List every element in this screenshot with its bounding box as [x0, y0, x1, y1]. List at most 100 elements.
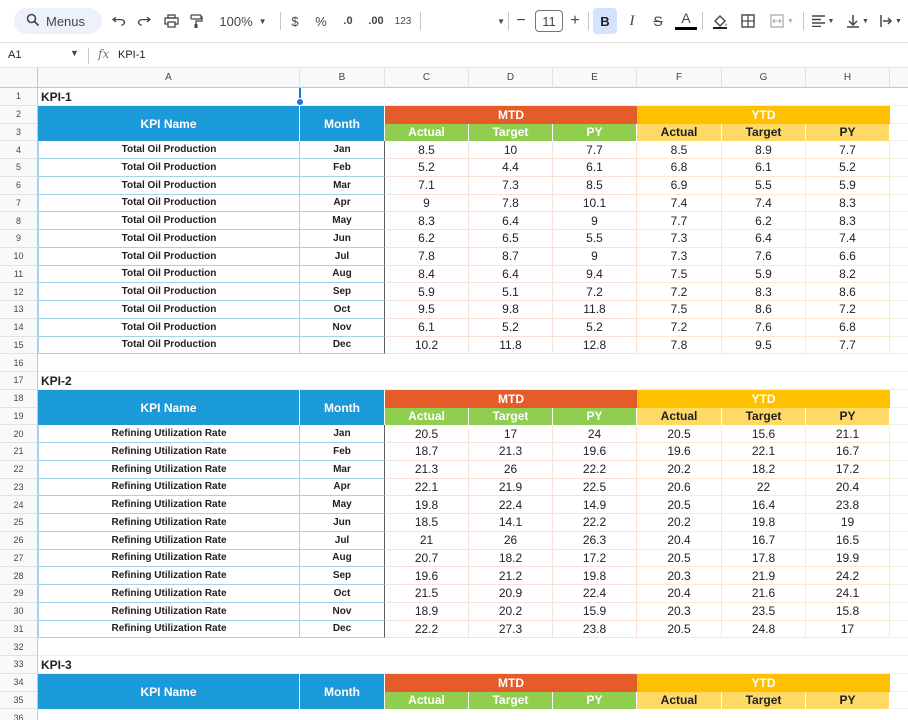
mtd-actual-cell[interactable]: 19.6	[385, 567, 469, 585]
increase-font-size-button[interactable]: +	[567, 8, 583, 34]
text-color-button[interactable]: A	[675, 8, 697, 30]
ytd-target-cell[interactable]: 5.5	[722, 176, 806, 195]
row-header[interactable]: 27	[0, 549, 38, 568]
ytd-target-cell[interactable]: 16.7	[722, 531, 806, 550]
mtd-target-cell[interactable]: 26	[469, 531, 553, 550]
ytd-py-cell[interactable]: 17	[806, 620, 890, 639]
kpi-name-cell[interactable]: Refining Utilization Rate	[38, 549, 300, 568]
kpi-name-cell[interactable]: Refining Utilization Rate	[38, 443, 300, 461]
ytd-py-cell[interactable]: 8.2	[806, 265, 890, 284]
ytd-py-cell[interactable]: 24.1	[806, 585, 890, 603]
row-header[interactable]: 18	[0, 389, 38, 408]
ytd-target-cell[interactable]: 8.3	[722, 283, 806, 301]
ytd-actual-cell[interactable]: 20.3	[637, 567, 722, 585]
mtd-actual-cell[interactable]: 8.3	[385, 212, 469, 230]
kpi-name-cell[interactable]: Refining Utilization Rate	[38, 425, 300, 443]
ytd-target-cell[interactable]: 24.8	[722, 620, 806, 639]
column-header-b[interactable]: B	[300, 68, 385, 88]
mtd-actual-cell[interactable]: 22.1	[385, 478, 469, 497]
ytd-target-cell[interactable]: 15.6	[722, 425, 806, 443]
ytd-actual-cell[interactable]: 7.7	[637, 212, 722, 230]
mtd-py-cell[interactable]: 22.2	[553, 460, 637, 479]
ytd-actual-cell[interactable]: 20.2	[637, 514, 722, 532]
ytd-target-cell[interactable]: 16.4	[722, 496, 806, 514]
kpi-name-cell[interactable]: Total Oil Production	[38, 265, 300, 284]
row-header[interactable]: 30	[0, 602, 38, 621]
month-cell[interactable]: Jan	[300, 425, 385, 443]
month-cell[interactable]: Jun	[300, 230, 385, 248]
merge-cells-icon[interactable]: ▼	[765, 8, 799, 34]
row-header[interactable]: 3	[0, 123, 38, 142]
column-header-f[interactable]: F	[637, 68, 722, 88]
ytd-actual-cell[interactable]: 20.3	[637, 602, 722, 621]
mtd-actual-cell[interactable]: 21.5	[385, 585, 469, 603]
kpi-name-cell[interactable]: Total Oil Production	[38, 318, 300, 337]
print-icon[interactable]	[162, 8, 180, 34]
ytd-py-cell[interactable]: 7.4	[806, 230, 890, 248]
font-family-select[interactable]: ▼	[425, 8, 505, 34]
ytd-target-cell[interactable]: 18.2	[722, 460, 806, 479]
row-header[interactable]: 10	[0, 247, 38, 266]
ytd-py-cell[interactable]: 7.7	[806, 141, 890, 159]
ytd-target-cell[interactable]: 8.6	[722, 301, 806, 319]
ytd-actual-cell[interactable]: 20.5	[637, 620, 722, 639]
mtd-target-cell[interactable]: 7.3	[469, 176, 553, 195]
kpi-name-cell[interactable]: Refining Utilization Rate	[38, 602, 300, 621]
month-cell[interactable]: Apr	[300, 478, 385, 497]
mtd-py-cell[interactable]: 22.5	[553, 478, 637, 497]
horizontal-align-icon[interactable]: ▼	[808, 8, 838, 34]
mtd-actual-cell[interactable]: 9	[385, 194, 469, 213]
mtd-actual-cell[interactable]: 21.3	[385, 460, 469, 479]
column-header-partial[interactable]	[890, 68, 908, 88]
ytd-py-cell[interactable]: 5.9	[806, 176, 890, 195]
row-header[interactable]: 9	[0, 230, 38, 248]
ytd-target-cell[interactable]: 6.2	[722, 212, 806, 230]
mtd-target-cell[interactable]: 11.8	[469, 336, 553, 355]
kpi-name-cell[interactable]: Total Oil Production	[38, 336, 300, 355]
mtd-target-cell[interactable]: 21.9	[469, 478, 553, 497]
mtd-actual-cell[interactable]: 18.5	[385, 514, 469, 532]
mtd-actual-cell[interactable]: 8.5	[385, 141, 469, 159]
kpi-name-cell[interactable]: Total Oil Production	[38, 141, 300, 159]
font-size-input[interactable]: 11	[535, 10, 563, 32]
month-cell[interactable]: Aug	[300, 265, 385, 284]
ytd-target-cell[interactable]: 21.9	[722, 567, 806, 585]
month-cell[interactable]: Jun	[300, 514, 385, 532]
ytd-py-cell[interactable]: 16.7	[806, 443, 890, 461]
kpi-name-cell[interactable]: Refining Utilization Rate	[38, 514, 300, 532]
number-format-button[interactable]: 123	[393, 8, 413, 34]
mtd-py-cell[interactable]: 24	[553, 425, 637, 443]
row-header[interactable]: 20	[0, 425, 38, 443]
mtd-py-cell[interactable]: 9.4	[553, 265, 637, 284]
mtd-actual-cell[interactable]: 18.9	[385, 602, 469, 621]
row-header[interactable]: 24	[0, 496, 38, 514]
ytd-actual-cell[interactable]: 7.5	[637, 301, 722, 319]
mtd-target-cell[interactable]: 22.4	[469, 496, 553, 514]
mtd-py-cell[interactable]: 26.3	[553, 531, 637, 550]
menus-search-button[interactable]: Menus	[14, 8, 102, 34]
mtd-target-cell[interactable]: 18.2	[469, 549, 553, 568]
ytd-py-cell[interactable]: 5.2	[806, 159, 890, 177]
month-cell[interactable]: Apr	[300, 194, 385, 213]
ytd-target-cell[interactable]: 17.8	[722, 549, 806, 568]
mtd-py-cell[interactable]: 19.6	[553, 443, 637, 461]
month-cell[interactable]: Aug	[300, 549, 385, 568]
kpi-name-cell[interactable]: Refining Utilization Rate	[38, 620, 300, 639]
row-header[interactable]: 8	[0, 212, 38, 230]
ytd-py-cell[interactable]: 16.5	[806, 531, 890, 550]
ytd-py-cell[interactable]: 8.3	[806, 212, 890, 230]
row-header[interactable]: 7	[0, 194, 38, 213]
row-header[interactable]: 28	[0, 567, 38, 585]
mtd-py-cell[interactable]: 8.5	[553, 176, 637, 195]
ytd-target-cell[interactable]: 7.6	[722, 247, 806, 266]
ytd-py-cell[interactable]: 19.9	[806, 549, 890, 568]
decrease-font-size-button[interactable]: −	[513, 8, 529, 34]
selection-handle[interactable]	[296, 97, 304, 106]
row-header[interactable]: 2	[0, 105, 38, 124]
ytd-py-cell[interactable]: 6.8	[806, 318, 890, 337]
ytd-target-cell[interactable]: 8.9	[722, 141, 806, 159]
month-cell[interactable]: Dec	[300, 336, 385, 355]
ytd-py-cell[interactable]: 17.2	[806, 460, 890, 479]
ytd-py-cell[interactable]: 21.1	[806, 425, 890, 443]
mtd-target-cell[interactable]: 27.3	[469, 620, 553, 639]
